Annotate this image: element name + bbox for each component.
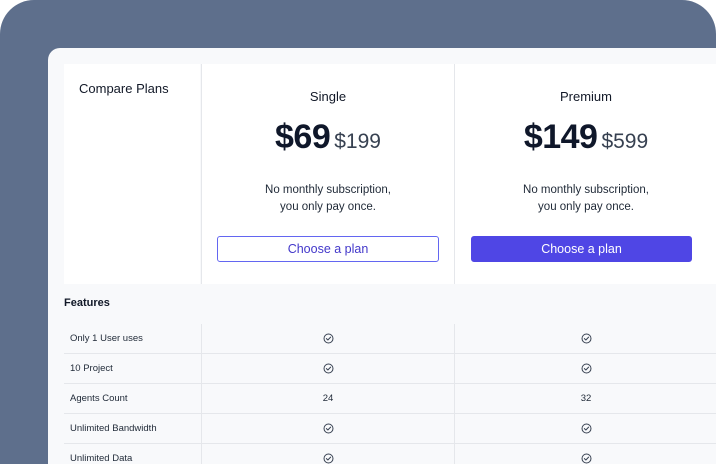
feature-cell-premium — [454, 444, 716, 464]
choose-plan-premium-button[interactable]: Choose a plan — [471, 236, 692, 262]
feature-cell-single — [201, 444, 454, 464]
check-circle-icon — [581, 453, 592, 464]
feature-value-single: 24 — [201, 384, 454, 413]
check-circle-icon — [323, 453, 334, 464]
plan-old-price: $199 — [334, 130, 381, 153]
feature-cell-premium — [454, 324, 716, 353]
plan-name: Premium — [559, 89, 612, 104]
feature-label: Unlimited Bandwidth — [70, 423, 157, 434]
compare-header-cell: Compare Plans — [64, 64, 200, 284]
feature-value-premium: 32 — [454, 384, 716, 413]
feature-cell-single — [201, 324, 454, 353]
features-heading: Features — [64, 297, 110, 309]
choose-plan-single-button[interactable]: Choose a plan — [217, 236, 439, 262]
feature-cell-single — [201, 354, 454, 383]
feature-label: Only 1 User uses — [70, 333, 143, 344]
check-circle-icon — [581, 363, 592, 374]
plan-card-single: Single $69 $199 No monthly subscription, … — [201, 64, 454, 284]
feature-label: Unlimited Data — [70, 453, 133, 464]
plan-price: $69 — [275, 118, 331, 156]
feature-row: Agents Count 24 32 — [64, 384, 716, 414]
feature-row: 10 Project — [64, 354, 716, 384]
plan-note: No monthly subscription, you only pay on… — [455, 182, 716, 216]
feature-row: Unlimited Bandwidth — [64, 414, 716, 444]
feature-row: Only 1 User uses — [64, 324, 716, 354]
plan-note-line-1: No monthly subscription, — [265, 184, 391, 196]
feature-cell-premium — [454, 414, 716, 443]
plan-note: No monthly subscription, you only pay on… — [202, 182, 454, 216]
feature-cell-single — [201, 414, 454, 443]
feature-row: Unlimited Data — [64, 444, 716, 464]
plan-note-line-2: you only pay once. — [538, 201, 634, 213]
check-circle-icon — [323, 333, 334, 344]
plan-old-price: $599 — [601, 130, 649, 153]
plan-name: Single — [309, 89, 347, 104]
plan-card-premium: Premium $149 $599 No monthly subscription… — [454, 64, 716, 284]
plan-note-line-1: No monthly subscription, — [523, 184, 649, 196]
price-row: $69 $199 — [202, 118, 454, 157]
plan-price: $149 — [523, 118, 598, 156]
check-circle-icon — [323, 423, 334, 434]
plan-note-line-2: you only pay once. — [280, 201, 376, 213]
device-frame: Compare Plans Single $69 $199 No monthly … — [0, 0, 716, 464]
feature-cell-premium — [454, 354, 716, 383]
feature-label: Agents Count — [70, 393, 128, 404]
pricing-panel: Compare Plans Single $69 $199 No monthly … — [48, 48, 716, 464]
price-row: $149 $599 — [455, 118, 716, 157]
check-circle-icon — [323, 363, 334, 374]
feature-label: 10 Project — [70, 363, 113, 374]
check-circle-icon — [581, 423, 592, 434]
check-circle-icon — [581, 333, 592, 344]
compare-plans-title: Compare Plans — [79, 81, 169, 96]
